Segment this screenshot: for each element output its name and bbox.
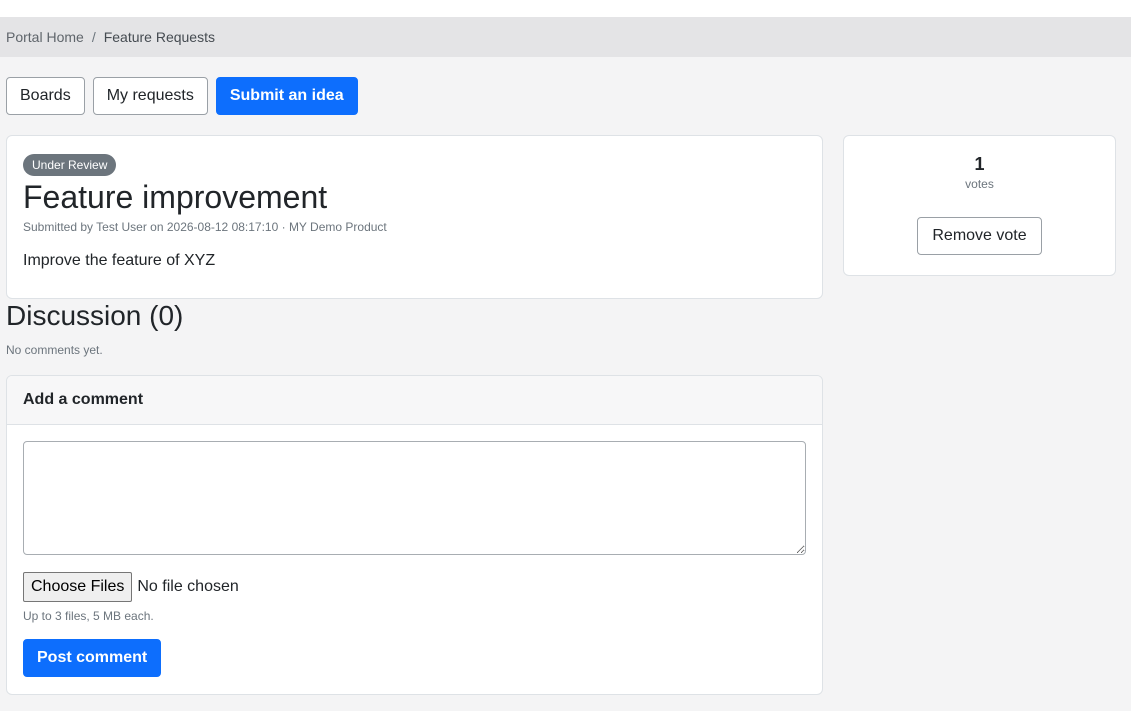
add-comment-body: Choose Files No file chosen Up to 3 file… <box>7 425 822 693</box>
file-input: Choose Files No file chosen <box>23 572 806 602</box>
submit-idea-button[interactable]: Submit an idea <box>215 77 358 115</box>
breadcrumb-current: Feature Requests <box>103 29 215 45</box>
discussion-title: Discussion (0) <box>6 300 184 331</box>
idea-description: Improve the feature of XYZ <box>23 252 216 269</box>
top-strip <box>0 0 1131 17</box>
idea-card: Under Review Feature improvement Submitt… <box>6 135 823 299</box>
choose-files-button[interactable]: Choose Files <box>23 572 133 602</box>
vote-card: 1 votes Remove vote <box>843 135 1116 276</box>
file-hint: Up to 3 files, 5 MB each. <box>23 609 154 623</box>
status-badge: Under Review <box>23 154 117 176</box>
idea-title: Feature improvement <box>23 179 328 215</box>
discussion-empty-text: No comments yet. <box>6 343 103 357</box>
post-comment-button[interactable]: Post comment <box>23 639 162 677</box>
breadcrumb-home-link[interactable]: Portal Home <box>6 29 84 45</box>
vote-label: votes <box>965 177 994 191</box>
file-status: No file chosen <box>137 578 239 595</box>
boards-button[interactable]: Boards <box>6 77 85 115</box>
add-comment-header: Add a comment <box>7 376 822 425</box>
comment-textarea[interactable] <box>23 441 806 555</box>
add-comment-card: Add a comment Choose Files No file chose… <box>6 375 823 695</box>
breadcrumb: Portal Home / Feature Requests <box>0 17 1131 57</box>
remove-vote-button[interactable]: Remove vote <box>917 217 1042 255</box>
breadcrumb-separator: / <box>91 29 96 45</box>
my-requests-button[interactable]: My requests <box>92 77 208 115</box>
vote-count: 1 <box>974 154 985 174</box>
portal-nav: Boards My requests Submit an idea <box>6 77 358 115</box>
idea-meta: Submitted by Test User on 2026-08-12 08:… <box>23 220 387 234</box>
